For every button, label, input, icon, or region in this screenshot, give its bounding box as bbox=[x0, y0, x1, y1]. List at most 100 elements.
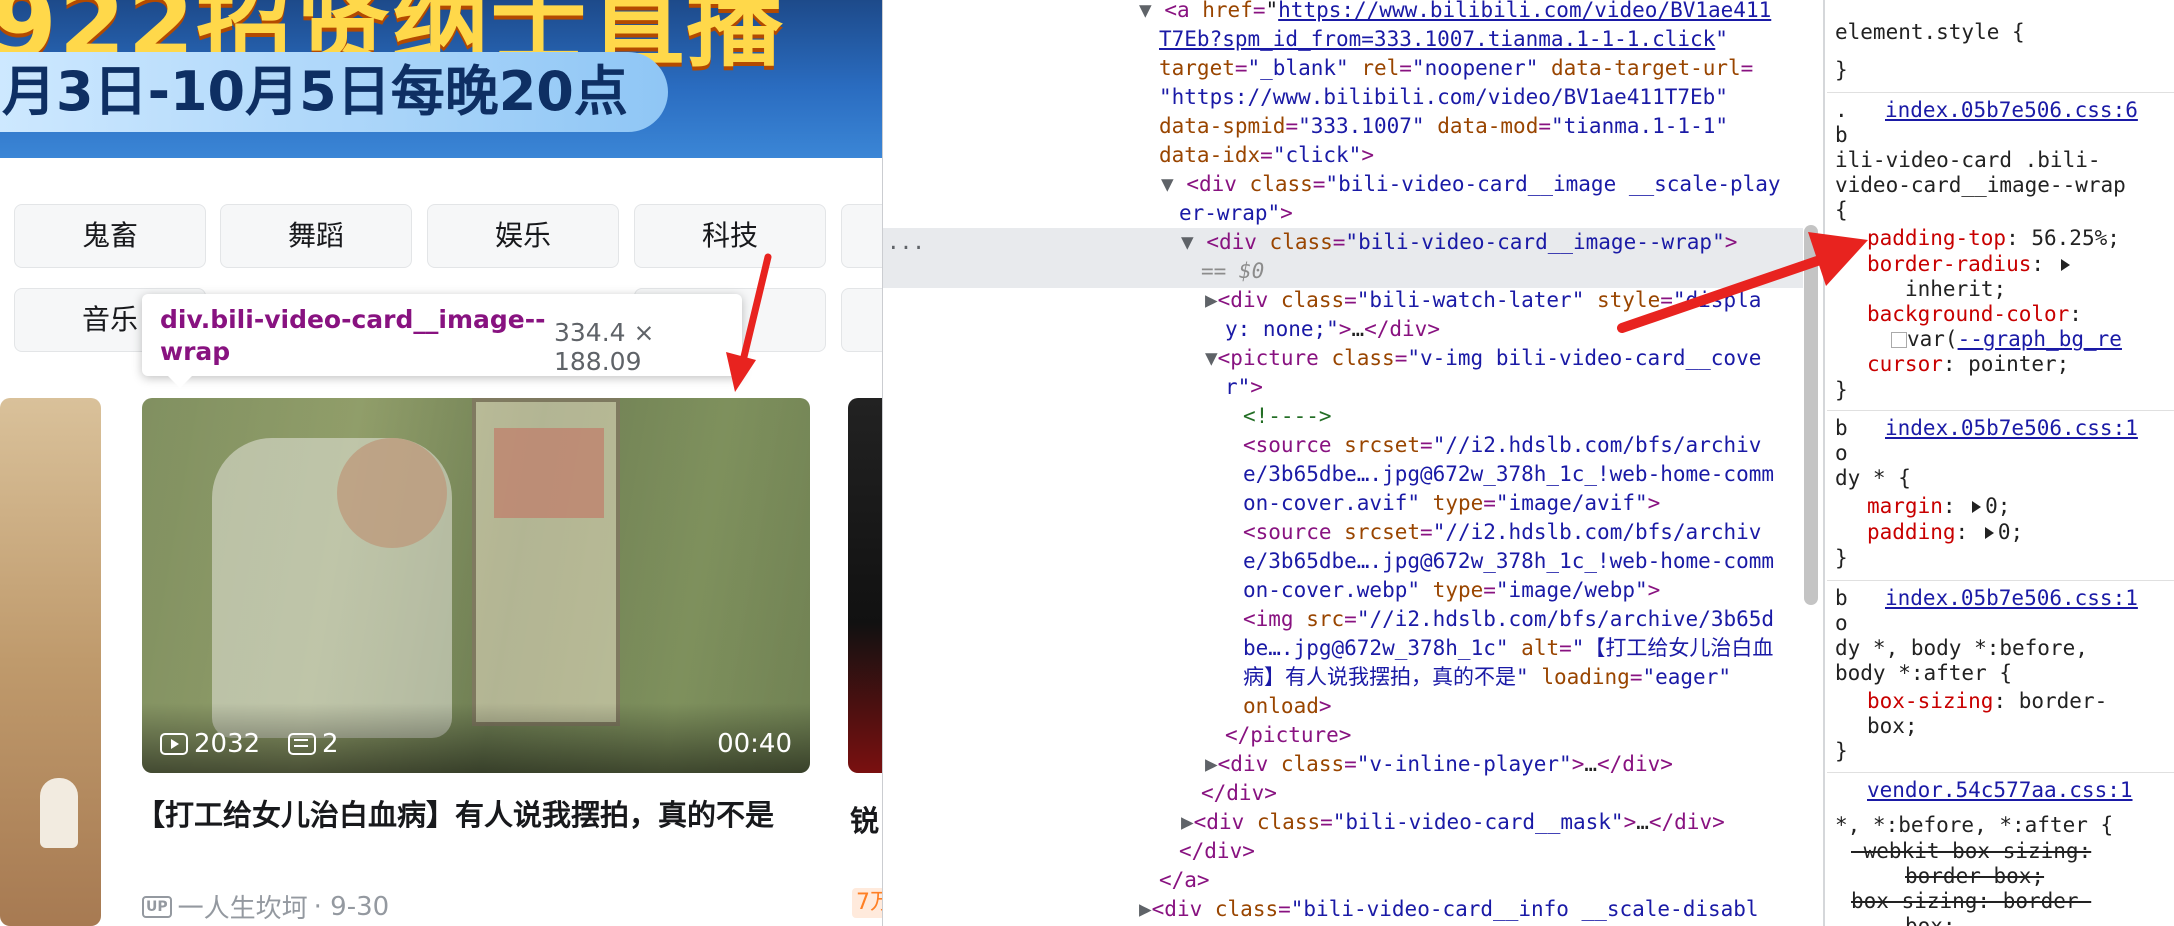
decl-webkit-box-sizing[interactable]: -webkit-box-sizing: bbox=[1851, 839, 2091, 864]
devtools-panel: ... ▼ <a href="https://www.bilibili.com/… bbox=[882, 0, 2174, 926]
video-meta[interactable]: UP 一人生坎坷 · 9-30 bbox=[142, 888, 389, 925]
category-chip-entertainment[interactable]: 娱乐 bbox=[427, 204, 619, 268]
up-icon: UP bbox=[142, 895, 172, 918]
node-source-webp[interactable]: <source srcset="//i2.hdslb.com/bfs/archi… bbox=[1243, 518, 1761, 547]
color-swatch-icon[interactable] bbox=[1891, 332, 1907, 348]
element-style-rule[interactable]: element.style { bbox=[1835, 20, 2025, 45]
rule4-source-link[interactable]: vendor.54c577aa.css:1 bbox=[1867, 778, 2133, 803]
category-chip-tech[interactable]: 科技 bbox=[634, 204, 826, 268]
event-banner[interactable]: 922招贤纳士直播 月3日-10月5日每晚20点 bbox=[0, 0, 882, 158]
node-a-attrs-1[interactable]: target="_blank" rel="noopener" data-targ… bbox=[1159, 54, 1753, 83]
node-comment[interactable]: <!----> bbox=[1243, 402, 1332, 431]
node-source-webp-3[interactable]: on-cover.webp" type="image/webp"> bbox=[1243, 576, 1660, 605]
node-a-attrs-2[interactable]: "https://www.bilibili.com/video/BV1ae411… bbox=[1159, 83, 1728, 112]
expand-triangle-icon[interactable] bbox=[1972, 501, 1982, 513]
decl-margin[interactable]: margin: 0; bbox=[1867, 494, 2010, 519]
node-inline-player[interactable]: ▶<div class="v-inline-player">…</div> bbox=[1205, 750, 1673, 779]
node-watch-later-cont[interactable]: y: none;">…</div> bbox=[1225, 315, 1440, 344]
node-source-avif[interactable]: <source srcset="//i2.hdslb.com/bfs/archi… bbox=[1243, 431, 1761, 460]
node-picture[interactable]: ▼<picture class="v-img bili-video-card__… bbox=[1205, 344, 1761, 373]
play-count: 2032 bbox=[160, 729, 260, 759]
collapse-arrow-icon[interactable]: ▼ bbox=[1161, 172, 1174, 196]
expand-arrow-icon[interactable]: ▶ bbox=[1205, 752, 1218, 776]
thumbnail-poster bbox=[494, 428, 604, 518]
attr-target: "_blank" bbox=[1247, 56, 1349, 80]
node-picture-cont[interactable]: r"> bbox=[1225, 373, 1263, 402]
node-a-close[interactable]: </a> bbox=[1159, 866, 1210, 895]
expand-triangle-icon[interactable] bbox=[1984, 527, 1994, 539]
rule2-source-link[interactable]: index.05b7e506.css:1 bbox=[1885, 416, 2138, 441]
node-img[interactable]: <img src="//i2.hdslb.com/bfs/archive/3b6… bbox=[1243, 605, 1774, 634]
rule1-close: } bbox=[1835, 378, 1848, 402]
rule1-selector-line2: video-card__image--wrap bbox=[1835, 173, 2126, 197]
a-href-link-2[interactable]: T7Eb?spm_id_from=333.1007.tianma.1-1-1.c… bbox=[1159, 27, 1715, 51]
node-source-avif-2[interactable]: e/3b65dbe….jpg@672w_378h_1c_!web-home-co… bbox=[1243, 460, 1774, 489]
decl-box-sizing[interactable]: box-sizing: border- bbox=[1867, 689, 2107, 714]
attr-type-avif: "image/avif" bbox=[1495, 491, 1648, 515]
expand-triangle-icon[interactable] bbox=[2060, 259, 2070, 271]
node-img-2[interactable]: be….jpg@672w_378h_1c" alt="【打工给女儿治白血 bbox=[1243, 634, 1773, 663]
node-div-image-cont[interactable]: er-wrap"> bbox=[1179, 199, 1293, 228]
val-var-arg[interactable]: --graph_bg_re bbox=[1958, 327, 2122, 351]
decl-border-radius[interactable]: border-radius: bbox=[1867, 252, 2074, 277]
node-source-webp-2[interactable]: e/3b65dbe….jpg@672w_378h_1c_!web-home-co… bbox=[1243, 547, 1774, 576]
node-picture-close[interactable]: </picture> bbox=[1225, 721, 1351, 750]
prop-cursor: cursor bbox=[1867, 352, 1943, 376]
node-a-open[interactable]: ▼ <a href="https://www.bilibili.com/vide… bbox=[1139, 0, 1771, 25]
node-div-image[interactable]: ▼ <div class="bili-video-card__image __s… bbox=[1161, 170, 1781, 199]
node-a-attrs-3[interactable]: data-spmid="333.1007" data-mod="tianma.1… bbox=[1159, 112, 1728, 141]
category-chip-dance[interactable]: 舞蹈 bbox=[220, 204, 412, 268]
category-chip-partial[interactable] bbox=[841, 204, 882, 268]
node-source-avif-3[interactable]: on-cover.avif" type="image/avif"> bbox=[1243, 489, 1660, 518]
val-box-sizing-2: box; bbox=[1905, 914, 1956, 926]
attr-class-watch-later: "bili-watch-later" bbox=[1356, 288, 1585, 312]
thumbnail-figure bbox=[40, 778, 78, 848]
attr-img-src-2: be….jpg@672w_378h_1c" bbox=[1243, 636, 1509, 660]
node-img-4[interactable]: onload> bbox=[1243, 692, 1332, 721]
node-watch-later[interactable]: ▶<div class="bili-watch-later" style="di… bbox=[1205, 286, 1761, 315]
node-actions-dots[interactable]: ... bbox=[887, 228, 925, 257]
video-thumbnail-left[interactable] bbox=[0, 398, 101, 926]
attr-class-mask: "bili-video-card__mask" bbox=[1332, 810, 1624, 834]
video-title[interactable]: 【打工给女儿治白血病】有人说我摆拍，真的不是 bbox=[136, 792, 796, 838]
val-margin: 0; bbox=[1985, 494, 2011, 518]
video-thumbnail-right[interactable] bbox=[848, 398, 882, 773]
node-a-href-cont[interactable]: T7Eb?spm_id_from=333.1007.tianma.1-1-1.c… bbox=[1159, 25, 1728, 54]
attr-class-image: "bili-video-card__image __scale-play bbox=[1325, 172, 1781, 196]
rule-separator bbox=[1827, 580, 2174, 581]
expand-arrow-icon[interactable]: ▶ bbox=[1205, 288, 1218, 312]
collapse-arrow-icon[interactable]: ▼ bbox=[1139, 0, 1152, 22]
rule1-source-link[interactable]: index.05b7e506.css:6 bbox=[1885, 98, 2138, 123]
expand-arrow-icon[interactable]: ▶ bbox=[1139, 897, 1152, 921]
node-a-attrs-4[interactable]: data-idx="click"> bbox=[1159, 141, 1374, 170]
expand-arrow-icon[interactable]: ▶ bbox=[1181, 810, 1194, 834]
node-mask[interactable]: ▶<div class="bili-video-card__mask">…</d… bbox=[1181, 808, 1725, 837]
uploader-name[interactable]: 一人生坎坷 bbox=[178, 888, 308, 925]
decl-background-color[interactable]: background-color: bbox=[1867, 302, 2082, 327]
attr-srcset-avif-3: on-cover.avif" bbox=[1243, 491, 1421, 515]
decl-box-sizing-2[interactable]: box-sizing: border- bbox=[1851, 889, 2091, 914]
category-chip-partial-2[interactable] bbox=[841, 288, 882, 352]
rule3-source-link[interactable]: index.05b7e506.css:1 bbox=[1885, 586, 2138, 611]
node-div-wrap-selected[interactable]: ▼ <div class="bili-video-card__image--wr… bbox=[1181, 228, 1737, 257]
thumbnail-person bbox=[212, 438, 452, 738]
node-img-3[interactable]: 病】有人说我摆拍，真的不是" loading="eager" bbox=[1243, 663, 1731, 692]
panel-divider[interactable] bbox=[1823, 0, 1825, 926]
collapse-arrow-icon[interactable]: ▼ bbox=[1205, 346, 1218, 370]
decl-cursor[interactable]: cursor: pointer; bbox=[1867, 352, 2069, 377]
category-chip-guichu[interactable]: 鬼畜 bbox=[14, 204, 206, 268]
decl-padding-top[interactable]: padding-top: 56.25%; bbox=[1867, 226, 2120, 251]
video-thumbnail[interactable]: 2032 2 00:40 bbox=[142, 398, 810, 773]
elements-scrollbar[interactable] bbox=[1804, 225, 1818, 605]
node-div-image-close[interactable]: </div> bbox=[1179, 837, 1255, 866]
tooltip-selector: div.bili-video-card__image--wrap bbox=[160, 305, 546, 366]
decl-padding[interactable]: padding: 0; bbox=[1867, 520, 2023, 545]
collapse-arrow-icon[interactable]: ▼ bbox=[1181, 230, 1194, 254]
styles-pane[interactable]: element.style { } . index.05b7e506.css:6… bbox=[1827, 0, 2174, 926]
elements-tree[interactable]: ... ▼ <a href="https://www.bilibili.com/… bbox=[883, 0, 1803, 926]
a-href-link[interactable]: https://www.bilibili.com/video/BV1ae411 bbox=[1278, 0, 1771, 22]
node-info[interactable]: ▶<div class="bili-video-card__info __sca… bbox=[1139, 895, 1759, 924]
attr-srcset-webp: "//i2.hdslb.com/bfs/archiv bbox=[1432, 520, 1762, 544]
node-div-wrap-close[interactable]: </div> bbox=[1201, 779, 1277, 808]
next-video-title[interactable]: 锐 bbox=[850, 798, 879, 840]
